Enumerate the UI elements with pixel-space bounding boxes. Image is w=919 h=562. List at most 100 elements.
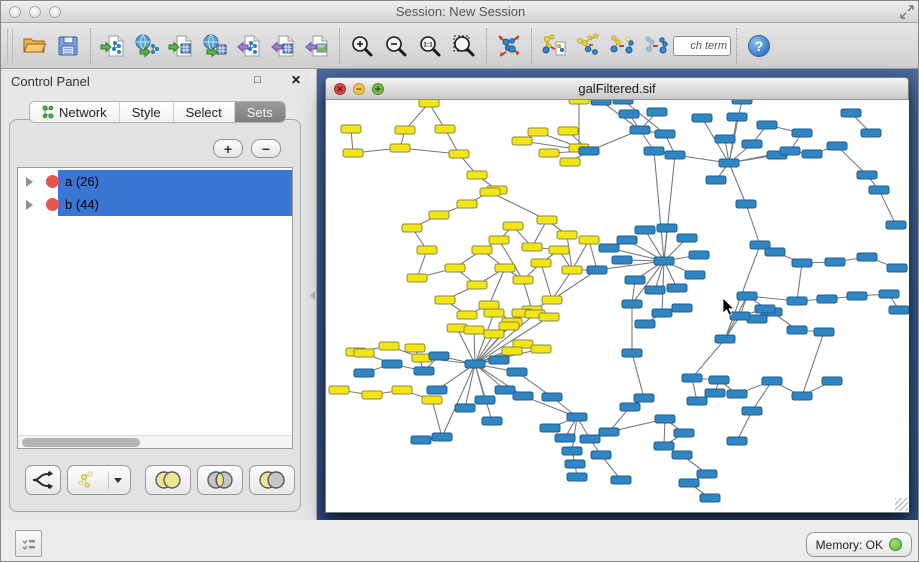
dropdown-arrow-icon[interactable] — [114, 478, 122, 483]
graph-node-blue[interactable] — [742, 140, 762, 148]
graph-node-blue[interactable] — [540, 424, 560, 432]
search-input[interactable]: ch term — [673, 36, 731, 56]
export-image-button[interactable] — [300, 26, 334, 66]
graph-node-blue[interactable] — [715, 135, 735, 143]
graph-node-blue[interactable] — [727, 437, 747, 445]
graph-node-blue[interactable] — [657, 224, 677, 232]
graph-node-yellow[interactable] — [395, 126, 415, 134]
graph-node-blue[interactable] — [730, 312, 750, 320]
zoom-selected-button[interactable] — [447, 26, 481, 66]
expand-triangle-icon[interactable] — [26, 200, 33, 210]
intersect-sets-button[interactable] — [197, 465, 243, 495]
graph-node-blue[interactable] — [622, 349, 642, 357]
list-item-set-b[interactable]: b (44) — [18, 193, 292, 216]
graph-node-blue[interactable] — [354, 369, 374, 377]
sets-list[interactable]: a (26) b (44) — [17, 167, 293, 449]
graph-node-blue[interactable] — [613, 100, 633, 104]
graph-node-yellow[interactable] — [522, 243, 542, 251]
graph-node-blue[interactable] — [465, 360, 485, 368]
graph-node-yellow[interactable] — [445, 264, 465, 272]
graph-node-yellow[interactable] — [484, 309, 504, 317]
graph-node-blue[interactable] — [780, 147, 800, 155]
tab-style[interactable]: Style — [120, 102, 174, 122]
task-history-button[interactable] — [15, 530, 42, 557]
graph-node-yellow[interactable] — [362, 391, 382, 399]
graph-node-yellow[interactable] — [402, 224, 422, 232]
graph-node-yellow[interactable] — [569, 100, 589, 104]
graph-node-blue[interactable] — [427, 386, 447, 394]
graph-node-yellow[interactable] — [343, 149, 363, 157]
graph-node-yellow[interactable] — [419, 100, 439, 107]
export-network-button[interactable] — [232, 26, 266, 66]
graph-node-yellow[interactable] — [457, 311, 477, 319]
graph-node-blue[interactable] — [787, 326, 807, 334]
graph-node-blue[interactable] — [879, 290, 899, 298]
graph-node-blue[interactable] — [542, 393, 562, 401]
zoom-fit-button[interactable]: 1:1 — [413, 26, 447, 66]
graph-node-yellow[interactable] — [560, 158, 580, 166]
graph-node-blue[interactable] — [802, 150, 822, 158]
graph-node-blue[interactable] — [674, 429, 694, 437]
graph-node-blue[interactable] — [655, 415, 675, 423]
graph-node-blue[interactable] — [645, 286, 665, 294]
graph-node-blue[interactable] — [475, 396, 495, 404]
graph-node-blue[interactable] — [822, 377, 842, 385]
graph-node-blue[interactable] — [507, 368, 527, 376]
graph-node-blue[interactable] — [652, 309, 672, 317]
graph-node-blue[interactable] — [654, 442, 674, 450]
help-button[interactable]: ? — [748, 35, 770, 57]
graph-node-blue[interactable] — [620, 403, 640, 411]
graph-node-blue[interactable] — [757, 121, 777, 129]
graph-node-yellow[interactable] — [512, 137, 532, 145]
graph-node-blue[interactable] — [567, 473, 587, 481]
graph-node-yellow[interactable] — [480, 188, 500, 196]
float-panel-icon[interactable]: □ — [254, 74, 261, 86]
graph-node-yellow[interactable] — [422, 396, 442, 404]
graph-node-yellow[interactable] — [502, 347, 522, 355]
graph-node-yellow[interactable] — [495, 264, 515, 272]
graph-node-blue[interactable] — [742, 407, 762, 415]
graph-node-blue[interactable] — [857, 171, 877, 179]
graph-node-blue[interactable] — [513, 392, 533, 400]
graph-node-blue[interactable] — [705, 389, 725, 397]
graph-node-blue[interactable] — [825, 258, 845, 266]
graph-node-blue[interactable] — [634, 394, 654, 402]
graph-node-blue[interactable] — [732, 100, 752, 104]
graph-node-blue[interactable] — [455, 404, 475, 412]
graph-node-yellow[interactable] — [472, 246, 492, 254]
import-network-url-button[interactable] — [130, 26, 164, 66]
graph-node-yellow[interactable] — [407, 274, 427, 282]
open-session-button[interactable] — [17, 26, 51, 66]
graph-node-blue[interactable] — [612, 256, 632, 264]
graph-node-blue[interactable] — [617, 236, 637, 244]
graph-node-blue[interactable] — [709, 376, 729, 384]
graph-node-yellow[interactable] — [354, 349, 374, 357]
zoom-in-button[interactable] — [345, 26, 379, 66]
graph-node-yellow[interactable] — [479, 301, 499, 309]
graph-node-yellow[interactable] — [464, 326, 484, 334]
graph-node-blue[interactable] — [719, 159, 739, 167]
graph-node-blue[interactable] — [635, 320, 655, 328]
select-first-neighbors-button[interactable] — [571, 26, 605, 66]
graph-node-blue[interactable] — [565, 460, 585, 468]
graph-node-blue[interactable] — [762, 377, 782, 385]
graph-node-blue[interactable] — [687, 397, 707, 405]
graph-node-yellow[interactable] — [467, 281, 487, 289]
window-titlebar[interactable]: Session: New Session — [1, 1, 919, 23]
graph-node-blue[interactable] — [737, 292, 757, 300]
graph-node-blue[interactable] — [414, 367, 434, 375]
tab-network[interactable]: Network — [30, 102, 120, 122]
graph-node-yellow[interactable] — [531, 259, 551, 267]
graph-node-blue[interactable] — [654, 257, 674, 265]
graph-node-blue[interactable] — [857, 253, 877, 261]
graph-node-blue[interactable] — [579, 147, 599, 155]
graph-node-blue[interactable] — [591, 100, 611, 105]
expand-triangle-icon[interactable] — [26, 177, 33, 187]
graph-node-blue[interactable] — [755, 305, 775, 313]
zoom-out-button[interactable] — [379, 26, 413, 66]
graph-node-blue[interactable] — [599, 244, 619, 252]
graph-node-blue[interactable] — [495, 386, 515, 394]
tab-sets[interactable]: Sets — [235, 102, 285, 122]
graph-node-yellow[interactable] — [467, 171, 487, 179]
graph-node-blue[interactable] — [599, 428, 619, 436]
